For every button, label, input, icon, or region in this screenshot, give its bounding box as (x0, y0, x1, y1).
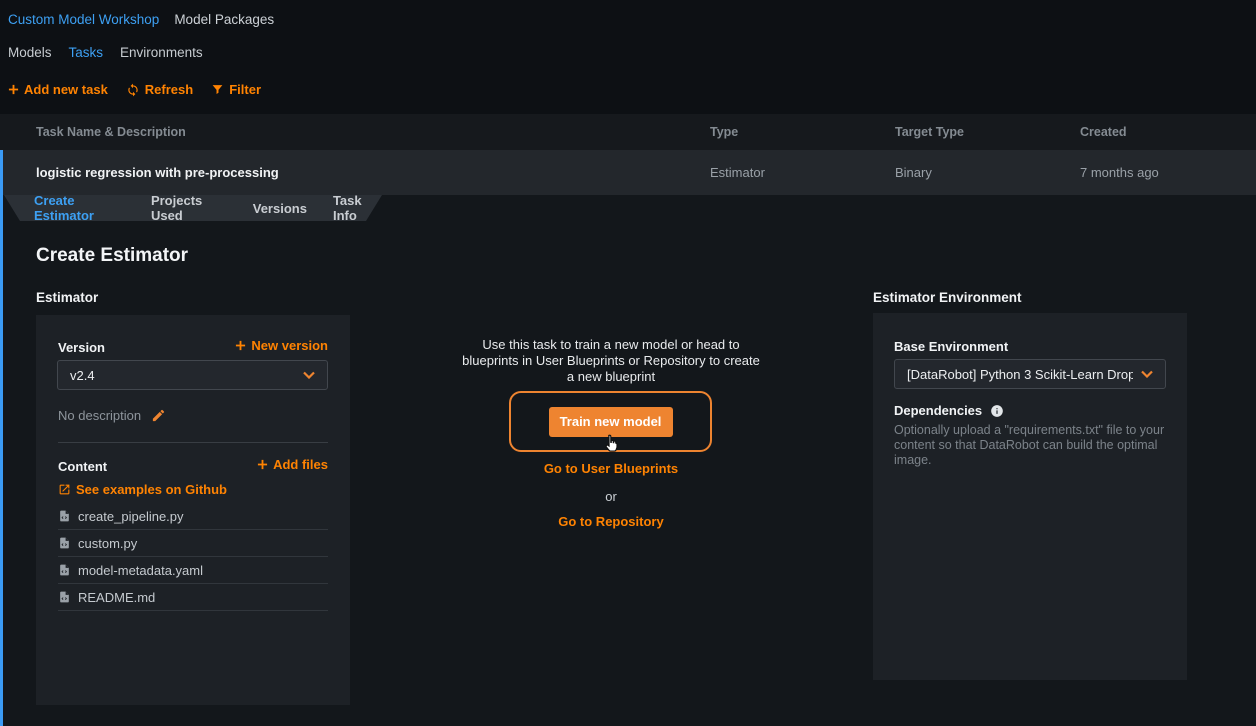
github-examples-link[interactable]: See examples on Github (58, 482, 227, 497)
go-to-repository-link-wrap: Go to Repository (430, 514, 792, 529)
dependencies-hint-line1: Optionally upload a "requirements.txt" f… (894, 423, 1172, 438)
base-environment-select[interactable]: [DataRobot] Python 3 Scikit-Learn Drop..… (894, 359, 1166, 389)
go-to-repository-link[interactable]: Go to Repository (558, 514, 663, 529)
add-files-button[interactable]: Add files (257, 457, 328, 472)
train-new-model-button[interactable]: Train new model (549, 407, 673, 437)
nav-tab-environments[interactable]: Environments (120, 45, 203, 60)
task-target-type: Binary (895, 150, 932, 195)
code-file-icon (58, 536, 71, 550)
column-created: Created (1080, 114, 1127, 150)
go-to-user-blueprints-link-wrap: Go to User Blueprints (430, 461, 792, 476)
estimator-section-label: Estimator (36, 290, 98, 305)
plus-icon (8, 84, 19, 95)
environment-card: Base Environment [DataRobot] Python 3 Sc… (873, 313, 1187, 680)
task-detail-tabs: Create Estimator Projects Used Versions … (4, 195, 382, 221)
plus-icon (257, 459, 268, 470)
breadcrumb-custom-model-workshop[interactable]: Custom Model Workshop (8, 12, 159, 27)
table-row[interactable]: logistic regression with pre-processing … (0, 150, 1256, 195)
train-description-text: Use this task to train a new model or he… (430, 337, 792, 385)
code-file-icon (58, 509, 71, 523)
selected-row-accent (0, 150, 3, 726)
new-version-button[interactable]: New version (235, 338, 328, 353)
tab-create-estimator[interactable]: Create Estimator (34, 193, 125, 223)
file-item-readme[interactable]: README.md (58, 584, 328, 611)
estimator-card-divider (58, 442, 328, 443)
version-label: Version (58, 340, 105, 355)
breadcrumb-model-packages[interactable]: Model Packages (174, 12, 274, 27)
nav-tab-tasks[interactable]: Tasks (69, 45, 104, 60)
task-type: Estimator (710, 150, 765, 195)
add-new-task-button[interactable]: Add new task (8, 82, 108, 97)
custom-model-workshop-screen: Custom Model Workshop Model Packages Mod… (0, 0, 1256, 726)
column-task-name: Task Name & Description (36, 114, 186, 150)
external-link-icon (58, 483, 71, 496)
go-to-user-blueprints-link[interactable]: Go to User Blueprints (544, 461, 678, 476)
code-file-icon (58, 563, 71, 577)
train-highlight-outline: Train new model (509, 391, 712, 452)
nav-tab-models[interactable]: Models (8, 45, 52, 60)
plus-icon (235, 340, 246, 351)
no-description-text: No description (58, 408, 166, 423)
version-select[interactable]: v2.4 (57, 360, 328, 390)
task-name: logistic regression with pre-processing (36, 150, 279, 195)
dependencies-hint-line2: content so that DataRobot can build the … (894, 438, 1172, 468)
column-type: Type (710, 114, 738, 150)
content-label: Content (58, 459, 107, 474)
file-item-create-pipeline[interactable]: create_pipeline.py (58, 503, 328, 530)
file-item-custom[interactable]: custom.py (58, 530, 328, 557)
dependencies-label: Dependencies (894, 403, 982, 418)
environment-section-label: Estimator Environment (873, 290, 1022, 305)
edit-pencil-icon[interactable] (151, 408, 166, 423)
info-icon[interactable] (990, 404, 1004, 418)
tab-versions[interactable]: Versions (253, 201, 307, 216)
file-item-model-metadata[interactable]: model-metadata.yaml (58, 557, 328, 584)
base-environment-label: Base Environment (894, 339, 1008, 354)
code-file-icon (58, 590, 71, 604)
refresh-button[interactable]: Refresh (126, 82, 193, 97)
or-text: or (430, 489, 792, 504)
tab-projects-used[interactable]: Projects Used (151, 193, 227, 223)
chevron-down-icon (1141, 370, 1153, 378)
task-table-header: Task Name & Description Type Target Type… (0, 114, 1256, 150)
chevron-down-icon (303, 371, 315, 379)
breadcrumb: Custom Model Workshop Model Packages (8, 12, 274, 27)
column-target-type: Target Type (895, 114, 964, 150)
task-toolbar: Add new task Refresh Filter (8, 82, 261, 97)
filter-button[interactable]: Filter (211, 82, 261, 97)
estimator-card: Version New version v2.4 No description … (36, 315, 350, 705)
workshop-nav-tabs: Models Tasks Environments (8, 45, 203, 60)
dependencies-header: Dependencies (894, 403, 1004, 418)
filter-icon (211, 83, 224, 96)
page-title: Create Estimator (36, 245, 188, 267)
task-created: 7 months ago (1080, 150, 1159, 195)
refresh-icon (126, 83, 140, 97)
